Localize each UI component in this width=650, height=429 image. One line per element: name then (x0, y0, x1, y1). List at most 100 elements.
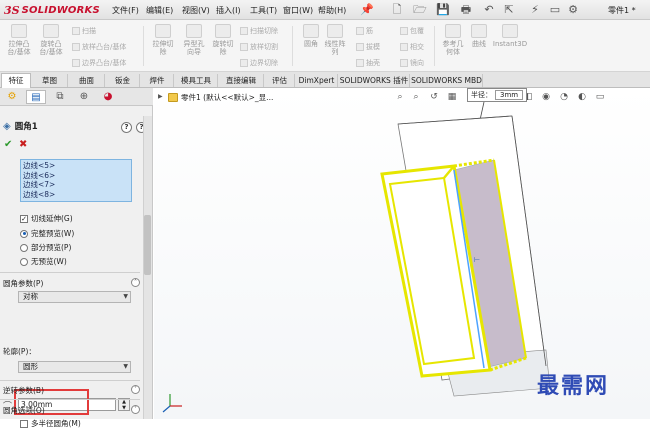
menu-tools[interactable]: 工具(T) (250, 5, 277, 16)
draft-button[interactable]: 拔模 (356, 42, 380, 52)
linear-pattern-button[interactable]: 线性阵列 (320, 24, 350, 56)
tab-sketch[interactable]: 草图 (32, 74, 68, 87)
tab-direct-editing[interactable]: 直接编辑 (219, 74, 264, 87)
tab-weldments[interactable]: 焊件 (141, 74, 174, 87)
collapse-icon[interactable]: ˄ (131, 278, 140, 287)
help-icon[interactable]: ? (121, 122, 132, 133)
loft-button[interactable]: 放样凸台/基体 (72, 42, 126, 52)
gear-icon[interactable]: ⚙ (566, 3, 580, 17)
menu-edit[interactable]: 编辑(E) (146, 5, 173, 16)
full-preview-radio[interactable]: 完整预览(W) (20, 228, 74, 239)
print-icon[interactable]: 🖶 (459, 3, 473, 17)
expand-icon[interactable]: ˅ (131, 405, 140, 414)
expand-icon[interactable]: ˅ (131, 385, 140, 394)
profile-label: 轮廓(P)： (3, 347, 36, 356)
logo-ds: 3S (4, 3, 20, 17)
shell-button[interactable]: 抽壳 (356, 58, 380, 68)
extruded-boss-button[interactable]: 拉伸凸 台/基体 (4, 24, 34, 56)
tab-surfaces[interactable]: 曲面 (69, 74, 105, 87)
mirror-button[interactable]: 镜向 (400, 58, 424, 68)
menu-insert[interactable]: 插入(I) (216, 5, 241, 16)
display-manager-tab-icon[interactable]: ◕ (98, 90, 118, 104)
swept-cut-button[interactable]: 扫描切除 (240, 26, 278, 36)
radio-button[interactable] (20, 257, 28, 266)
lofted-cut-button[interactable]: 放样切割 (240, 42, 278, 52)
new-file-icon[interactable]: 🗋 (390, 3, 404, 17)
button-label: 筋 (366, 27, 373, 35)
tangent-propagation-checkbox[interactable]: ✓ 切线延伸(G) (20, 213, 73, 224)
feature-manager-tab-icon[interactable]: ⚙ (2, 90, 22, 104)
open-file-icon[interactable]: 🗁 (413, 3, 427, 17)
extrude-icon (11, 24, 27, 38)
panel-scrollbar-thumb[interactable] (144, 215, 151, 275)
configuration-manager-tab-icon[interactable]: ⧉ (50, 90, 70, 104)
button-label: 旋转凸 台/基体 (39, 40, 63, 56)
tab-addins[interactable]: SOLIDWORKS 插件 (339, 74, 410, 87)
solidworks-logo[interactable]: 3S SOLIDWORKS (4, 3, 100, 17)
ok-button[interactable]: ✔ (4, 139, 12, 150)
fillet-icon: ◈ (3, 120, 11, 132)
menu-window[interactable]: 窗口(W) (283, 5, 313, 16)
rib-button[interactable]: 筋 (356, 26, 373, 36)
multi-radius-checkbox[interactable]: 多半径圆角(M) (20, 418, 81, 429)
menu-file[interactable]: 文件(F) (112, 5, 139, 16)
origin-icon: ⊢ (474, 256, 480, 264)
fillet-options-heading[interactable]: 圆角选项(O) (3, 405, 45, 416)
button-label: 扫描 (82, 27, 96, 35)
wrap-button[interactable]: 包覆 (400, 26, 424, 36)
no-preview-radio[interactable]: 无预览(W) (20, 256, 67, 267)
sweep-icon (72, 27, 80, 35)
divider (0, 380, 140, 381)
tab-features[interactable]: 特征 (1, 73, 31, 88)
sweep-button[interactable]: 扫描 (72, 26, 96, 36)
list-item[interactable]: 边线<7> (23, 180, 129, 190)
revolved-boss-button[interactable]: 旋转凸 台/基体 (36, 24, 66, 56)
fillet-parameters-heading[interactable]: 圆角参数(P) (3, 278, 43, 289)
tab-mold-tools[interactable]: 模具工具 (175, 74, 218, 87)
list-item[interactable]: 边线<6> (23, 171, 129, 181)
undo-icon[interactable]: ↶ (482, 3, 496, 17)
partial-preview-radio[interactable]: 部分预览(P) (20, 242, 71, 253)
select-icon[interactable]: ⇱ (502, 3, 516, 17)
button-label: 边界切除 (250, 59, 278, 67)
site-watermark: 最需网 (537, 373, 610, 399)
setback-parameters-heading[interactable]: 逆转参数(B) (3, 385, 44, 396)
button-label: 拉伸切除 (152, 40, 174, 56)
list-item[interactable]: 边线<8> (23, 190, 129, 200)
edge-selection-list[interactable]: 边线<5> 边线<6> 边线<7> 边线<8> (20, 159, 132, 202)
tab-evaluate[interactable]: 评估 (265, 74, 295, 87)
checkbox-box[interactable]: ✓ (20, 214, 28, 223)
menu-help[interactable]: 帮助(H) (318, 5, 346, 16)
fillet-method-dropdown[interactable]: 对称 ▼ (18, 291, 131, 303)
rebuild-icon[interactable]: ⚡ (528, 3, 542, 17)
menu-view[interactable]: 视图(V) (182, 5, 210, 16)
draft-icon (356, 43, 364, 51)
radio-button[interactable] (20, 229, 28, 238)
command-manager: 拉伸凸 台/基体 旋转凸 台/基体 扫描 放样凸台/基体 边界凸台/基体 拉伸切除 … (0, 20, 650, 72)
property-manager-tab-icon[interactable]: ▤ (26, 90, 46, 104)
cancel-button[interactable]: ✖ (19, 139, 27, 150)
revolved-cut-button[interactable]: 旋转切除 (208, 24, 238, 56)
revolve-icon (43, 24, 59, 38)
pin-icon[interactable]: 📌 (360, 3, 374, 17)
radio-button[interactable] (20, 243, 28, 252)
command-tabs: 特征 草图 曲面 钣金 焊件 模具工具 直接编辑 评估 DimXpert SOL… (0, 72, 650, 88)
boundary-cut-button[interactable]: 边界切除 (240, 58, 278, 68)
dimxpert-manager-tab-icon[interactable]: ⊕ (74, 90, 94, 104)
graphics-area[interactable]: ▶ 零件1 (默认<<默认>_显... ⌕ ⌕ ↺ ▦ ▣ ◧ ◉ ◔ ◐ ▭ … (154, 88, 650, 419)
hole-wizard-button[interactable]: 异型孔 向导 (179, 24, 209, 56)
tab-sheet-metal[interactable]: 钣金 (106, 74, 140, 87)
checkbox-box[interactable] (20, 419, 28, 428)
tab-mbd[interactable]: SOLIDWORKS MBD (411, 74, 483, 87)
tab-dimxpert[interactable]: DimXpert (296, 74, 338, 87)
file-properties-icon[interactable]: ▭ (548, 3, 562, 17)
list-item[interactable]: 边线<5> (23, 161, 129, 171)
save-icon[interactable]: 💾 (436, 3, 450, 17)
instant3d-button[interactable]: Instant3D (490, 24, 530, 48)
intersect-button[interactable]: 相交 (400, 42, 424, 52)
boundary-boss-button[interactable]: 边界凸台/基体 (72, 58, 126, 68)
title-bar: 3S SOLIDWORKS 文件(F) 编辑(E) 视图(V) 插入(I) 工具… (0, 0, 650, 20)
profile-dropdown[interactable]: 圆形 ▼ (18, 361, 131, 373)
extruded-cut-button[interactable]: 拉伸切除 (148, 24, 178, 56)
mirror-icon (400, 59, 408, 67)
